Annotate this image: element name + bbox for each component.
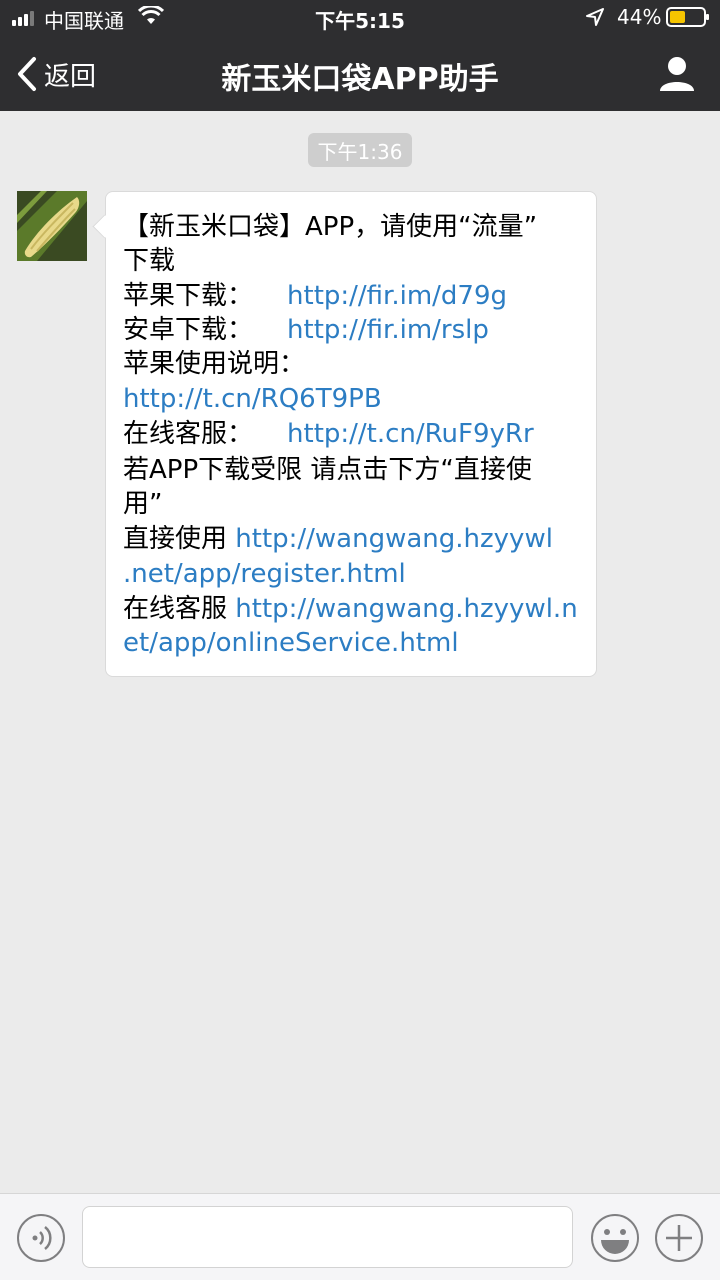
register-link-cont[interactable]: .net/app/register.html (123, 559, 406, 589)
emoji-icon[interactable] (590, 1213, 640, 1263)
input-toolbar (0, 1193, 720, 1280)
message-line-9: 用” (123, 487, 162, 521)
message-line-3: 苹果下载： http://fir.im/d79g (123, 279, 507, 313)
avatar[interactable] (17, 191, 87, 261)
message-line-12: 在线客服 http://wangwang.hzyywl.n (123, 592, 578, 626)
message-input[interactable] (82, 1206, 573, 1268)
message-text: 在线客服： (123, 419, 254, 449)
ios-download-link[interactable]: http://fir.im/d79g (287, 281, 507, 311)
message-timestamp: 下午1:36 (308, 133, 412, 167)
message-text: 【新玉米口袋】APP，请使用“流量” (123, 212, 538, 242)
message-text: 安卓下载： (123, 315, 254, 345)
status-bar: 中国联通 下午5:15 44% (0, 0, 720, 36)
location-arrow-icon (586, 8, 604, 26)
message-line-11: .net/app/register.html (123, 557, 406, 591)
android-download-link[interactable]: http://fir.im/rslp (287, 315, 489, 345)
message-text: 苹果下载： (123, 281, 254, 311)
online-service-link-cont[interactable]: et/app/onlineService.html (123, 628, 459, 658)
message-line-7: 在线客服： http://t.cn/RuF9yRr (123, 417, 534, 451)
message-line-5: 苹果使用说明： (123, 347, 305, 381)
message-text: 下载 (123, 246, 176, 276)
customer-service-link[interactable]: http://t.cn/RuF9yRr (287, 419, 534, 449)
message-text: 苹果使用说明： (123, 349, 306, 379)
corn-avatar-image (17, 191, 87, 261)
person-icon[interactable] (657, 54, 697, 94)
chat-title: 新玉米口袋APP助手 (221, 62, 499, 97)
navigation-bar: 返回 新玉米口袋APP助手 (0, 36, 720, 111)
message-line-4: 安卓下载： http://fir.im/rslp (123, 313, 489, 347)
message-line-6: http://t.cn/RQ6T9PB (123, 382, 382, 416)
online-service-link[interactable]: http://wangwang.hzyywl.n (235, 594, 577, 624)
message-line-13: et/app/onlineService.html (123, 626, 459, 660)
message-line-1: 【新玉米口袋】APP，请使用“流量” (123, 210, 537, 244)
voice-icon[interactable] (16, 1213, 66, 1263)
register-link[interactable]: http://wangwang.hzyywl (235, 524, 553, 554)
top-bar: 中国联通 下午5:15 44% 返回 新玉米口袋APP助手 (0, 0, 720, 111)
message-text: 用” (123, 489, 163, 519)
message-text: 在线客服 (123, 594, 236, 624)
message-line-8: 若APP下载受限 请点击下方“直接使 (123, 453, 532, 487)
battery-icon (666, 7, 709, 27)
message-line-10: 直接使用 http://wangwang.hzyywl (123, 522, 553, 556)
message-text: 直接使用 (123, 524, 236, 554)
message-text: 若APP下载受限 请点击下方“直接使 (123, 455, 532, 485)
ios-guide-link[interactable]: http://t.cn/RQ6T9PB (123, 384, 382, 414)
status-time: 下午5:15 (315, 9, 405, 33)
plus-icon[interactable] (654, 1213, 704, 1263)
message-line-2: 下载 (123, 244, 175, 278)
battery-percent: 44% (617, 5, 662, 29)
